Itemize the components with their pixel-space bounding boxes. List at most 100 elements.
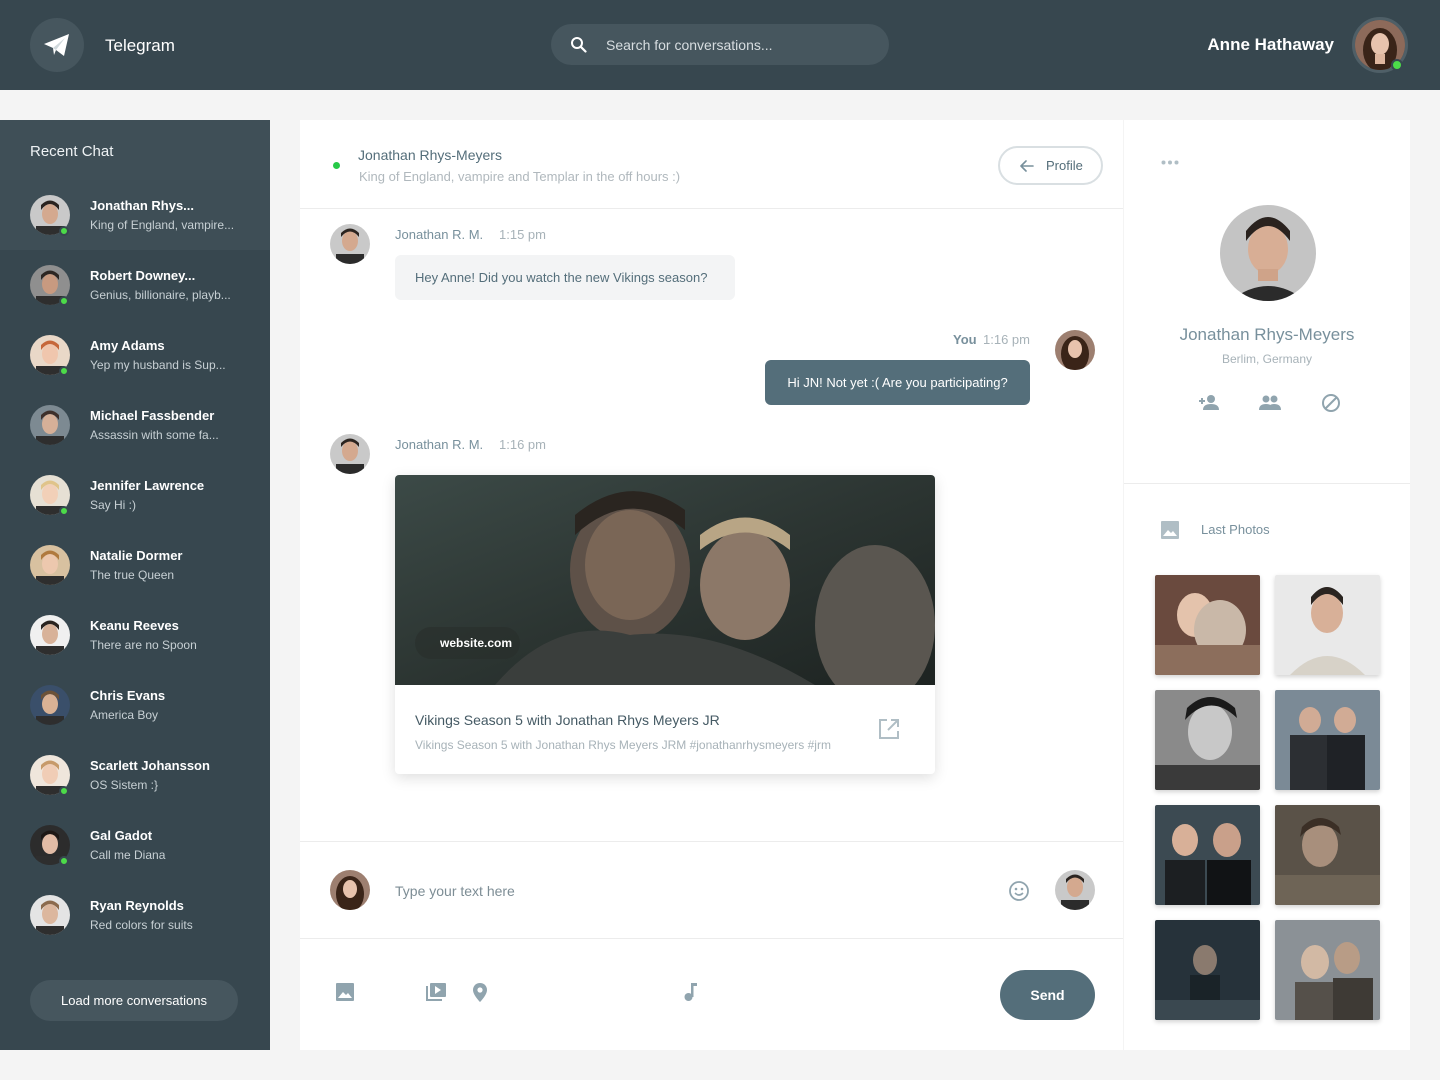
block-icon[interactable] — [1321, 393, 1341, 413]
link-title[interactable]: Vikings Season 5 with Jonathan Rhys Meye… — [415, 712, 720, 728]
chat-preview: America Boy — [90, 708, 159, 722]
profile-name: Jonathan Rhys-Meyers — [1179, 325, 1355, 344]
chat-list-item[interactable]: Michael Fassbender Assassin with some fa.… — [0, 390, 270, 460]
current-user-name[interactable]: Anne Hathaway — [1207, 35, 1334, 55]
location-pin-icon[interactable] — [472, 982, 488, 1003]
online-status-dot — [59, 296, 69, 306]
chat-name: Robert Downey... — [90, 268, 196, 283]
profile-button[interactable]: Profile — [998, 146, 1103, 185]
chat-name: Keanu Reeves — [90, 618, 179, 633]
chat-preview: Red colors for suits — [90, 918, 193, 932]
photo-thumbnail[interactable] — [1275, 920, 1380, 1020]
contact-profile-avatar — [1220, 205, 1316, 301]
search-bar[interactable] — [551, 24, 889, 65]
message-time: 1:16 pm — [983, 332, 1030, 347]
message-author: You — [953, 332, 977, 347]
chat-name: Michael Fassbender — [90, 408, 215, 423]
emoji-icon[interactable] — [1008, 880, 1030, 902]
contact-avatar[interactable] — [1055, 870, 1095, 910]
contact-avatar[interactable] — [330, 434, 370, 474]
chat-name: Jennifer Lawrence — [90, 478, 205, 493]
chat-list: Jonathan Rhys... King of England, vampire… — [0, 180, 270, 950]
chat-avatar — [30, 615, 70, 655]
music-note-icon[interactable] — [682, 982, 698, 1002]
contact-status: King of England, vampire and Templar in … — [359, 169, 681, 184]
message-time: 1:15 pm — [499, 227, 546, 242]
chat-avatar — [30, 685, 70, 725]
contact-online-dot — [333, 162, 340, 169]
message-input[interactable] — [395, 877, 975, 905]
photo-thumbnail[interactable] — [1275, 575, 1380, 675]
contact-name: Jonathan Rhys-Meyers — [358, 147, 502, 163]
chat-name: Chris Evans — [90, 688, 166, 703]
send-button[interactable]: Send — [1000, 970, 1095, 1020]
telegram-logo[interactable] — [30, 18, 84, 72]
more-options-icon[interactable] — [1161, 160, 1179, 165]
chat-name: Amy Adams — [90, 338, 165, 353]
chat-preview: OS Sistem :} — [90, 778, 159, 792]
paper-plane-icon — [44, 34, 69, 56]
group-icon[interactable] — [1259, 394, 1281, 410]
online-status-dot — [59, 226, 69, 236]
chat-name: Natalie Dormer — [90, 548, 183, 563]
photo-thumbnail[interactable] — [1155, 575, 1260, 675]
message-author: Jonathan R. M. — [395, 437, 484, 452]
chat-list-item[interactable]: Gal Gadot Call me Diana — [0, 810, 270, 880]
chat-preview: Say Hi :) — [90, 498, 137, 512]
message-time: 1:16 pm — [499, 437, 546, 452]
online-status-dot — [59, 856, 69, 866]
chat-preview: Genius, billionaire, playb... — [90, 288, 231, 302]
chat-panel: Jonathan Rhys-Meyers King of England, va… — [300, 120, 1123, 1050]
chat-avatar — [30, 545, 70, 585]
user-avatar — [330, 870, 370, 910]
photo-thumbnail[interactable] — [1275, 690, 1380, 790]
message-bubble-incoming: Hey Anne! Did you watch the new Vikings … — [395, 255, 735, 300]
chat-name: Ryan Reynolds — [90, 898, 184, 913]
chat-preview: Assassin with some fa... — [90, 428, 219, 442]
video-library-icon[interactable] — [425, 982, 447, 1002]
search-input[interactable] — [606, 24, 876, 65]
load-more-button[interactable]: Load more conversations — [30, 980, 238, 1021]
chat-list-item[interactable]: Jennifer Lawrence Say Hi :) — [0, 460, 270, 530]
arrow-left-icon — [1020, 159, 1034, 172]
top-bar: Telegram Anne Hathaway — [0, 0, 1440, 90]
chat-avatar — [30, 895, 70, 935]
photo-thumbnail[interactable] — [1155, 805, 1260, 905]
chat-list-item[interactable]: Keanu Reeves There are no Spoon — [0, 600, 270, 670]
search-icon — [571, 37, 587, 53]
recent-chat-sidebar: Recent Chat Jonathan Rhys... King of Engl… — [0, 120, 270, 1050]
chat-preview: The true Queen — [90, 568, 175, 582]
chat-list-item[interactable]: Natalie Dormer The true Queen — [0, 530, 270, 600]
message-bubble-outgoing: Hi JN! Not yet :( Are you participating? — [765, 360, 1030, 405]
user-avatar[interactable] — [1055, 330, 1095, 370]
photo-thumbnail[interactable] — [1155, 690, 1260, 790]
chat-list-item[interactable]: Robert Downey... Genius, billionaire, pla… — [0, 250, 270, 320]
app-title: Telegram — [105, 36, 175, 55]
chat-preview: There are no Spoon — [90, 638, 197, 652]
photos-icon — [1161, 521, 1179, 539]
chat-preview: Yep my husband is Sup... — [90, 358, 226, 372]
profile-location: Berlim, Germany — [1221, 352, 1313, 366]
photo-thumbnail[interactable] — [1275, 805, 1380, 905]
online-status-dot — [59, 366, 69, 376]
chat-list-item[interactable]: Chris Evans America Boy — [0, 670, 270, 740]
chat-preview: King of England, vampire... — [90, 218, 235, 232]
profile-button-label: Profile — [1046, 158, 1083, 173]
online-status-dot — [59, 786, 69, 796]
online-status-dot — [59, 506, 69, 516]
chat-list-item[interactable]: Jonathan Rhys... King of England, vampire… — [0, 180, 270, 250]
add-contact-icon[interactable] — [1198, 394, 1220, 410]
compose-area — [300, 841, 1123, 939]
photo-thumbnail[interactable] — [1155, 920, 1260, 1020]
chat-header: Jonathan Rhys-Meyers King of England, va… — [300, 120, 1123, 209]
link-preview-card[interactable]: website.com Vikings Season 5 with Jonath… — [395, 475, 935, 774]
chat-name: Scarlett Johansson — [90, 758, 210, 773]
chat-list-item[interactable]: Scarlett Johansson OS Sistem :} — [0, 740, 270, 810]
chat-list-item[interactable]: Ryan Reynolds Red colors for suits — [0, 880, 270, 950]
image-attach-icon[interactable] — [335, 982, 355, 1002]
chat-list-item[interactable]: Amy Adams Yep my husband is Sup... — [0, 320, 270, 390]
open-external-icon[interactable] — [878, 718, 900, 740]
contact-avatar[interactable] — [330, 224, 370, 264]
chat-name: Jonathan Rhys... — [90, 198, 195, 213]
profile-section: Jonathan Rhys-Meyers Berlim, Germany — [1124, 120, 1410, 484]
